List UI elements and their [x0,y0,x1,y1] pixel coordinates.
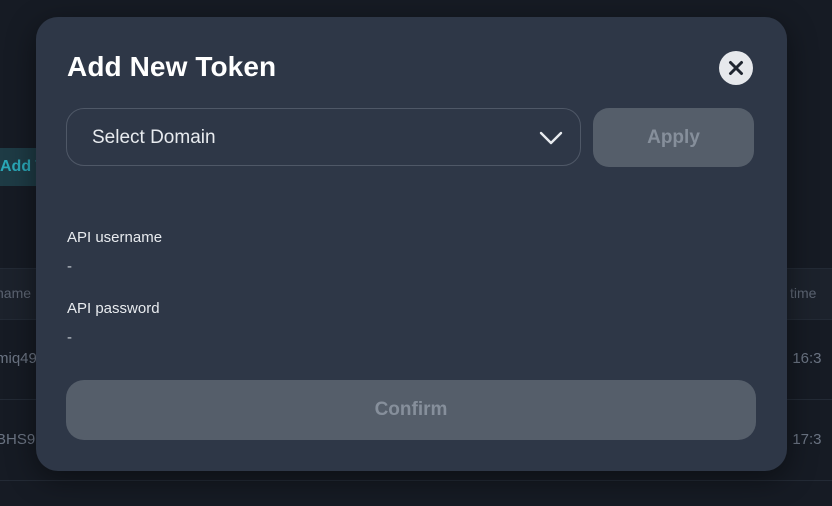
apply-button[interactable]: Apply [593,108,754,167]
api-password-label: API password [67,300,160,317]
close-button[interactable] [719,51,753,85]
confirm-button-label: Confirm [374,399,448,420]
chevron-down-icon [539,131,563,145]
add-token-button[interactable]: Add T [0,148,38,186]
api-username-value: - [67,258,72,275]
table-cell-time: , 17:3 [784,431,822,448]
domain-select[interactable]: Select Domain [66,108,581,166]
table-cell-time: , 16:3 [784,350,822,367]
column-header-name: name [0,285,32,301]
column-header-time: time [790,285,817,301]
add-token-modal: Add New Token Select Domain Apply API us… [36,17,787,471]
table-cell-name: BHS9 [0,431,36,448]
api-username-label: API username [67,229,163,246]
confirm-button[interactable]: Confirm [66,380,756,440]
close-icon [729,61,743,75]
apply-button-label: Apply [647,126,700,148]
add-token-button-label: Add T [0,158,38,175]
domain-select-value: Select Domain [92,127,216,148]
table-cell-name: miq49 [0,350,37,367]
modal-title: Add New Token [67,51,277,82]
api-password-value: - [67,329,72,346]
